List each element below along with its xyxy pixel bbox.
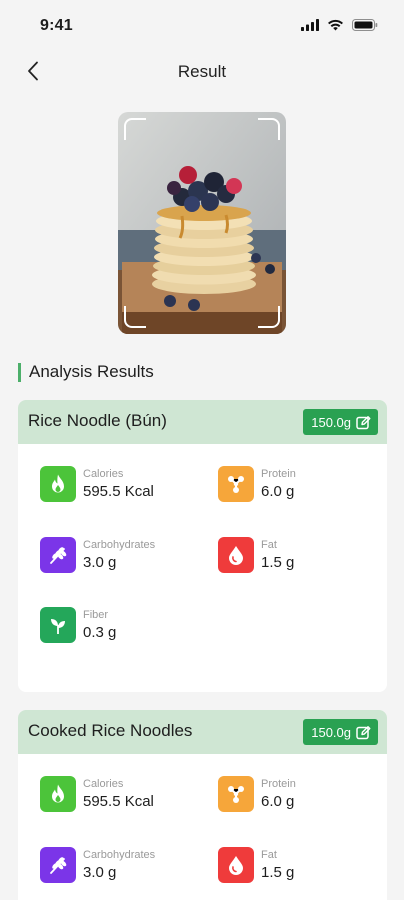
edit-icon [356,725,371,739]
signal-icon [301,19,319,31]
section-accent-bar [18,362,21,382]
nutrient-carbohydrates: Carbohydrates 3.0 g [40,537,155,573]
nutrient-value: 595.5 Kcal [83,792,154,810]
card-header: Cooked Rice Noodles 150.0g [18,710,387,754]
molecule-icon [218,776,254,812]
nutrient-label: Calories [83,777,124,790]
card-header: Rice Noodle (Bún) 150.0g [18,400,387,444]
wheat-icon [40,537,76,573]
nutrient-value: 1.5 g [261,863,295,881]
nutrient-fat: Fat 1.5 g [218,847,294,883]
nutrient-protein: Protein 6.0 g [218,776,296,812]
nutrient-label: Fat [261,848,277,861]
status-time: 9:41 [40,17,73,34]
nutrient-protein: Protein 6.0 g [218,466,296,502]
nutrient-carbohydrates: Carbohydrates 3.0 g [40,847,155,883]
nutrient-label: Calories [83,467,124,480]
food-photo [118,112,286,334]
nutrient-label: Protein [261,777,296,790]
section-heading: Analysis Results [18,362,154,382]
page-title: Result [177,62,227,81]
nutrient-value: 595.5 Kcal [83,482,154,500]
food-card: Cooked Rice Noodles 150.0g Calories 595.… [18,710,387,900]
food-name: Cooked Rice Noodles [28,721,193,740]
nutrient-label: Fiber [83,608,109,621]
nutrient-label: Protein [261,467,296,480]
weight-edit-button[interactable]: 150.0g [303,719,378,745]
status-bar: 9:41 [0,0,404,50]
nutrient-value: 6.0 g [261,482,295,500]
food-name: Rice Noodle (Bún) [28,411,167,430]
status-icons [301,19,378,31]
nutrient-calories: Calories 595.5 Kcal [40,776,154,812]
nutrient-value: 1.5 g [261,553,295,571]
nav-bar: Result [0,50,404,94]
molecule-icon [218,466,254,502]
nutrient-value: 3.0 g [83,863,117,881]
flame-icon [40,776,76,812]
nutrient-label: Carbohydrates [83,538,156,551]
wheat-icon [40,847,76,883]
weight-edit-button[interactable]: 150.0g [303,409,378,435]
weight-value: 150.0g [311,724,351,740]
nutrient-label: Fat [261,538,277,551]
nutrient-label: Carbohydrates [83,848,156,861]
edit-icon [356,415,371,429]
drop-icon [218,847,254,883]
flame-icon [40,466,76,502]
section-title: Analysis Results [29,362,154,381]
food-card: Rice Noodle (Bún) 150.0g Calories 595.5 … [18,400,387,692]
nutrient-fat: Fat 1.5 g [218,537,294,573]
weight-value: 150.0g [311,414,351,430]
drop-icon [218,537,254,573]
battery-icon [352,19,378,31]
wifi-icon [328,19,343,31]
nutrient-fiber: Fiber 0.3 g [40,607,116,643]
pancake-image [118,112,286,334]
nutrient-value: 6.0 g [261,792,295,810]
nutrient-value: 0.3 g [83,623,117,641]
nutrient-value: 3.0 g [83,553,117,571]
nutrient-calories: Calories 595.5 Kcal [40,466,154,502]
leaf-icon [40,607,76,643]
